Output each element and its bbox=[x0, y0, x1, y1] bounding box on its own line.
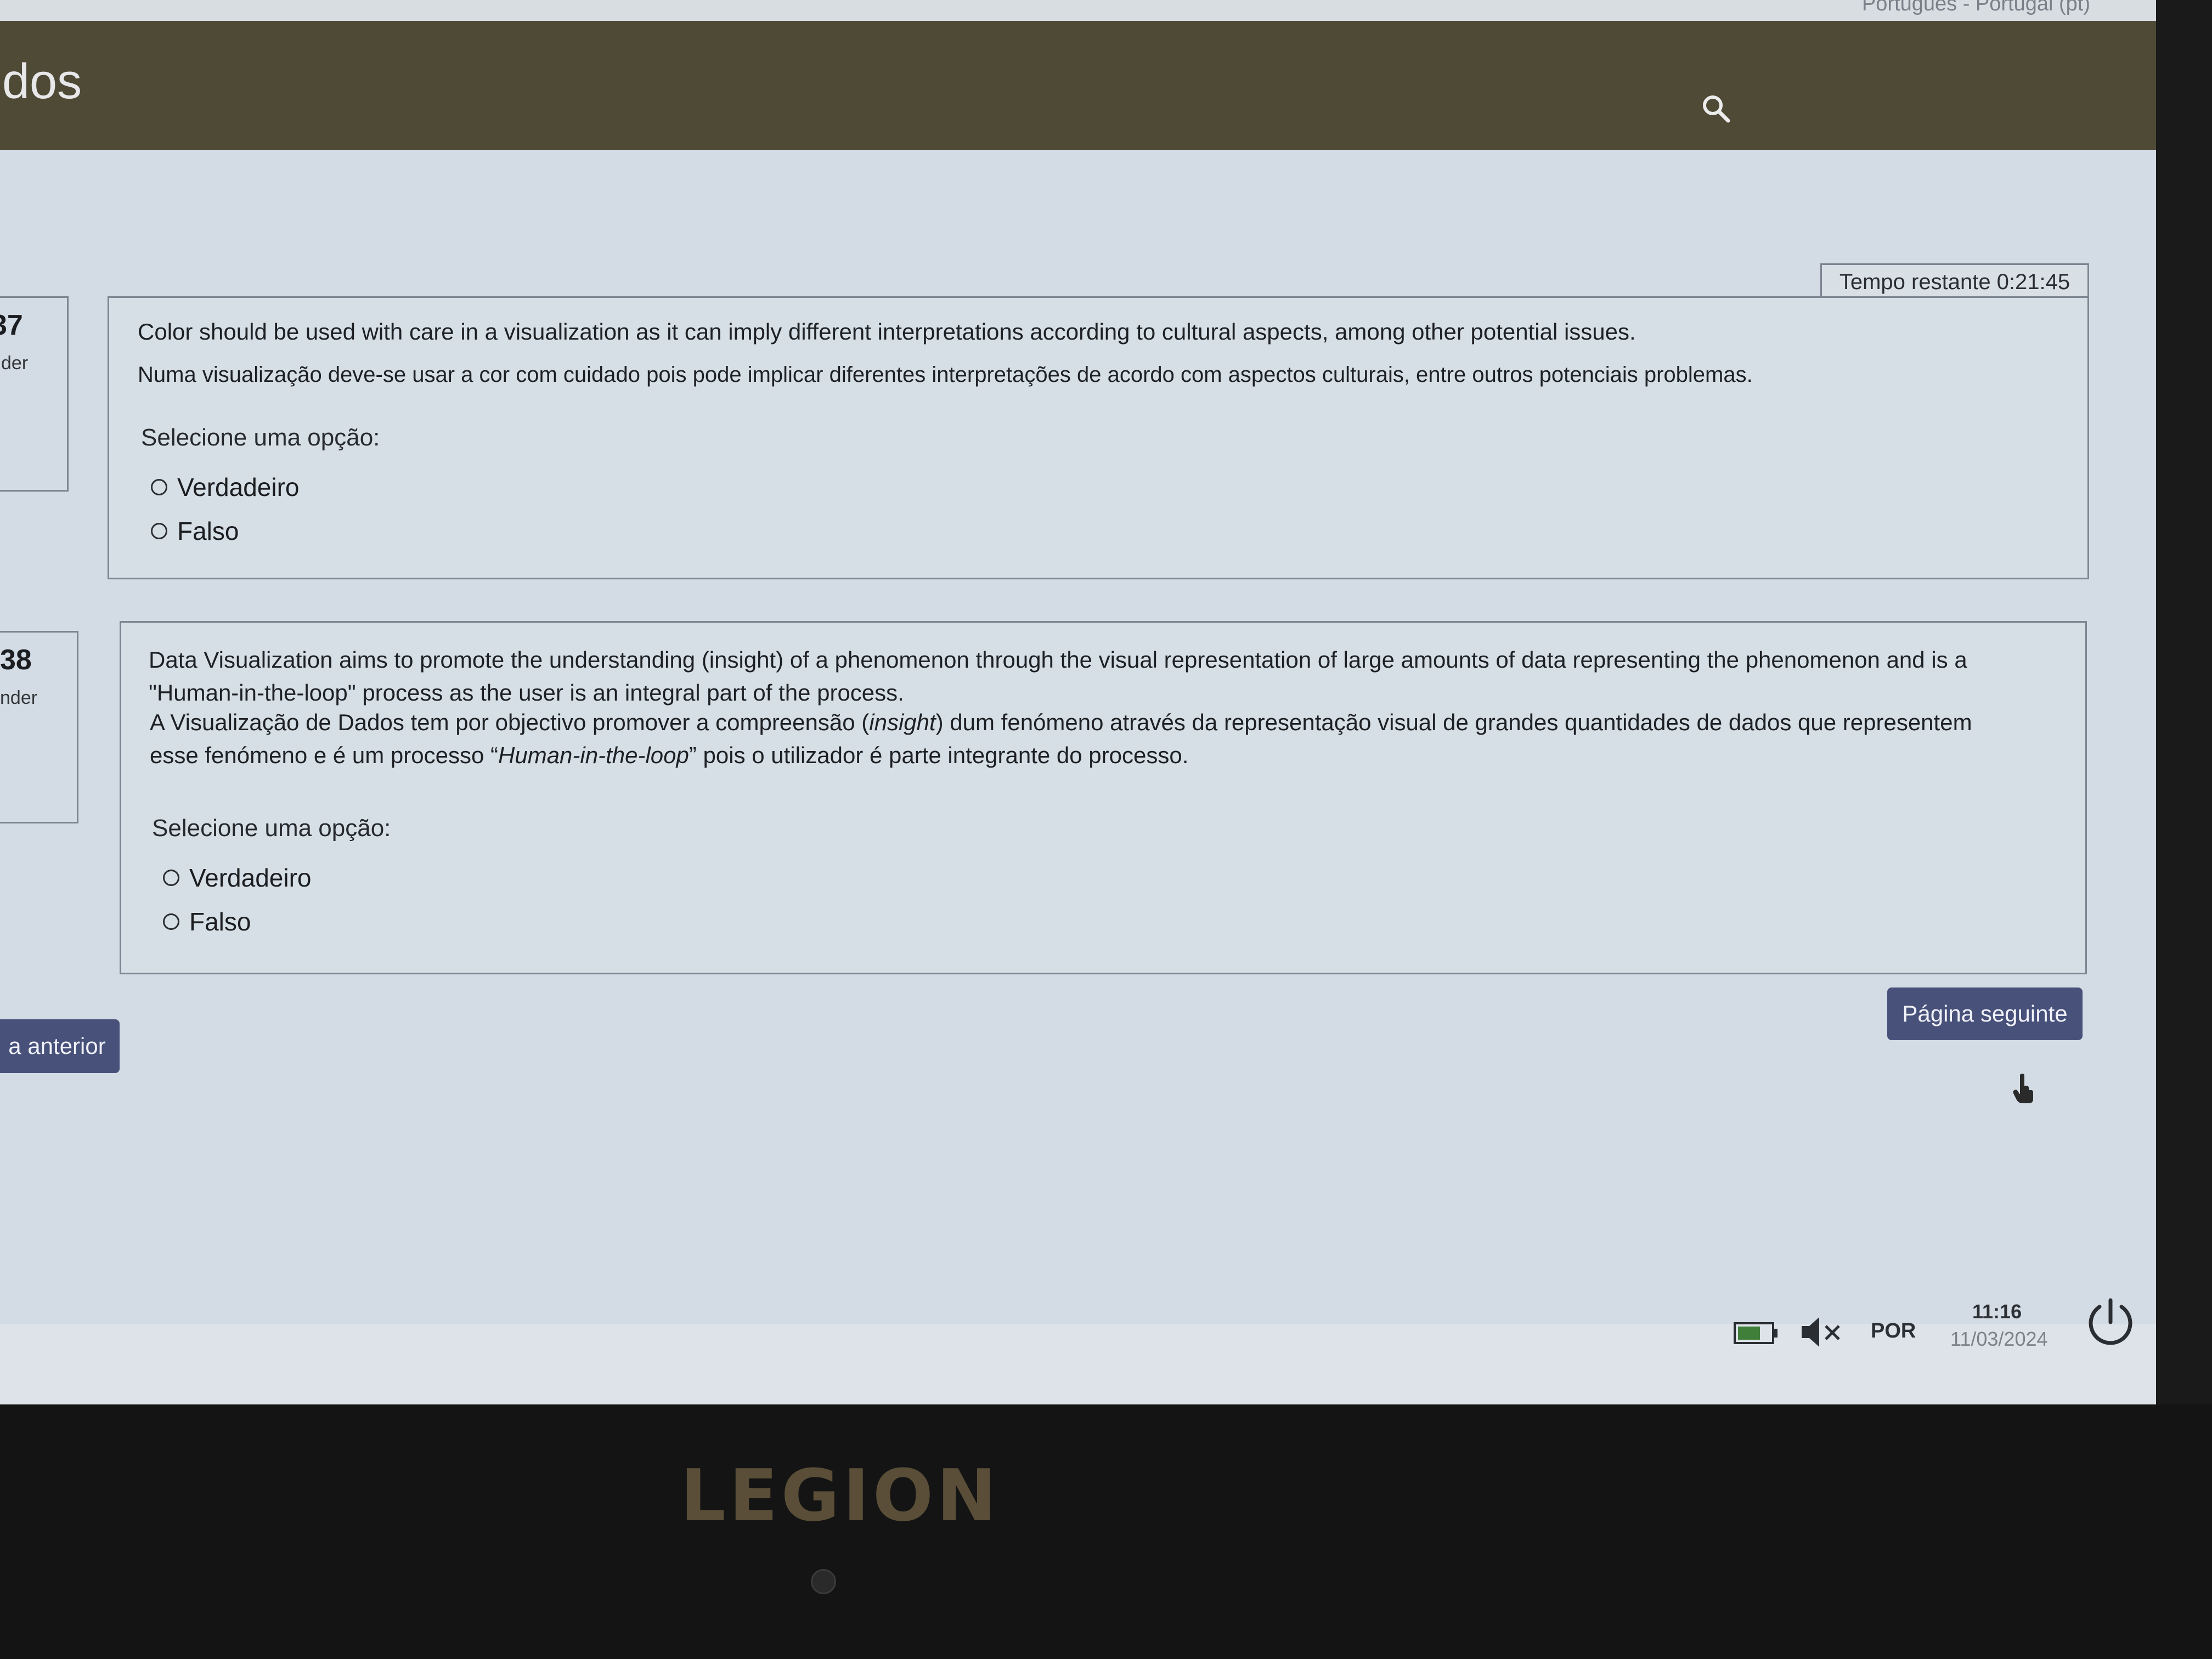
site-title[interactable]: dos bbox=[2, 54, 82, 110]
hand-cursor-icon bbox=[2013, 1074, 2033, 1103]
option-true[interactable]: Verdadeiro bbox=[151, 472, 300, 502]
next-page-button[interactable]: Página seguinte bbox=[1887, 988, 2083, 1040]
clock-time[interactable]: 11:16 bbox=[1972, 1300, 2022, 1323]
radio-button[interactable] bbox=[163, 913, 179, 930]
volume-muted-icon[interactable] bbox=[1799, 1313, 1843, 1351]
text-part: ) dum fenómeno através da representação … bbox=[935, 709, 1972, 735]
question-text-pt-line: A Visualização de Dados tem por objectiv… bbox=[150, 706, 2070, 739]
option-label: Verdadeiro bbox=[177, 473, 300, 501]
screen: Português - Portugal (pt) dos Tempo rest… bbox=[0, 0, 2156, 1404]
option-true[interactable]: Verdadeiro bbox=[163, 863, 312, 893]
radio-button[interactable] bbox=[151, 479, 167, 495]
text-part: A Visualização de Dados tem por objectiv… bbox=[150, 709, 870, 735]
question-status: der bbox=[1, 353, 29, 374]
search-icon[interactable] bbox=[1700, 92, 1733, 125]
option-false[interactable]: Falso bbox=[151, 516, 239, 546]
site-header: dos bbox=[0, 21, 2156, 150]
option-prompt: Selecione uma opção: bbox=[152, 815, 391, 842]
top-strip: Português - Portugal (pt) bbox=[0, 0, 2156, 22]
question-text-pt: A Visualização de Dados tem por objectiv… bbox=[150, 706, 2070, 772]
question-info: 37 der bbox=[0, 296, 69, 492]
question-text-en-line: Data Visualization aims to promote the u… bbox=[149, 647, 1967, 673]
radio-button[interactable] bbox=[151, 523, 167, 539]
question-text-en-line: "Human-in-the-loop" process as the user … bbox=[149, 680, 904, 706]
text-part: esse fenómeno e é um processo “ bbox=[150, 742, 499, 768]
option-label: Falso bbox=[189, 907, 251, 936]
question-status: nder bbox=[0, 687, 38, 708]
question-info: 38 nder bbox=[0, 631, 78, 823]
text-part: ” pois o utilizador é parte integrante d… bbox=[689, 742, 1189, 768]
text-part-italic: Human-in-the-loop bbox=[498, 742, 689, 768]
power-icon[interactable] bbox=[2083, 1295, 2138, 1350]
text-part-italic: insight bbox=[869, 709, 936, 735]
question-box: Color should be used with care in a visu… bbox=[108, 296, 2089, 579]
language-selector[interactable]: Português - Portugal (pt) bbox=[1862, 0, 2090, 16]
option-false[interactable]: Falso bbox=[163, 907, 251, 936]
option-label: Falso bbox=[177, 517, 239, 545]
laptop-side-bezel bbox=[2156, 0, 2212, 1404]
question-number: 37 bbox=[0, 309, 23, 341]
option-prompt: Selecione uma opção: bbox=[141, 424, 380, 451]
clock-date[interactable]: 11/03/2024 bbox=[1950, 1328, 2048, 1351]
option-label: Verdadeiro bbox=[189, 864, 312, 892]
radio-button[interactable] bbox=[163, 870, 179, 886]
question-box: Data Visualization aims to promote the u… bbox=[120, 621, 2087, 974]
time-remaining: Tempo restante 0:21:45 bbox=[1820, 263, 2089, 301]
brand-logo: LEGION bbox=[680, 1454, 1000, 1537]
previous-page-button[interactable]: a anterior bbox=[0, 1019, 120, 1073]
laptop-bezel bbox=[0, 1404, 2212, 1659]
question-number: 38 bbox=[0, 644, 32, 676]
battery-icon[interactable] bbox=[1734, 1322, 1779, 1344]
input-language[interactable]: POR bbox=[1871, 1319, 1916, 1343]
question-text-pt-line: esse fenómeno e é um processo “Human-in-… bbox=[150, 739, 2070, 772]
webcam bbox=[811, 1569, 836, 1594]
question-text-pt: Numa visualização deve-se usar a cor com… bbox=[138, 363, 1753, 387]
question-text-en: Color should be used with care in a visu… bbox=[138, 319, 1636, 345]
question-text-en: Data Visualization aims to promote the u… bbox=[149, 644, 2069, 709]
